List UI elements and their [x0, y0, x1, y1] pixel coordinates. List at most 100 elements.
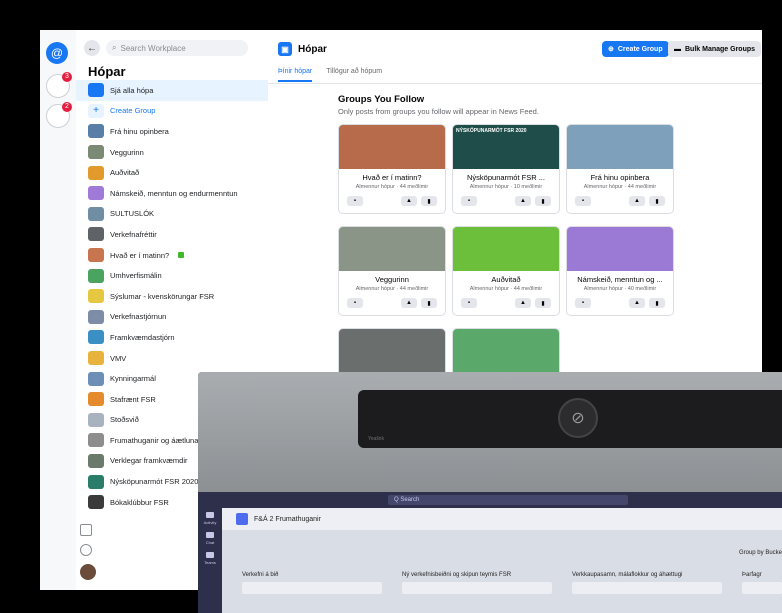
notifications-icon[interactable]: 3 [46, 72, 72, 98]
tab-your-groups[interactable]: Þínir hópar [278, 68, 313, 82]
sidebar-group-item[interactable]: Auðvitað [76, 162, 268, 183]
sidebar-group-item[interactable]: Verkefnastjórnun [76, 307, 268, 328]
group-card[interactable]: Frá hinu opinbera Almennur hópur · 44 með… [566, 124, 674, 214]
app-rail: @ 3 2 [40, 30, 77, 590]
sidebar-group-item[interactable]: Umhverfismálin [76, 265, 268, 286]
webcam-bar: Yealink ⊘ [358, 390, 782, 448]
sidebar-group-item[interactable]: Hvað er í matinn? [76, 245, 268, 266]
group-card[interactable]: Auðvitað Almennur hópur · 44 meðlimir ▪ ▲ ▮ [452, 226, 560, 316]
group-by-label[interactable]: Group by Bucke [739, 550, 782, 556]
sidebar-group-item[interactable]: VMV [76, 348, 268, 369]
notifications-bell-icon[interactable]: ▲ [629, 298, 645, 308]
plus-icon: ⊕ [608, 46, 614, 53]
group-card-name[interactable]: Auðvitað [453, 275, 559, 284]
post-icon[interactable]: ▪ [575, 298, 591, 308]
help-icon[interactable] [80, 544, 92, 556]
post-icon[interactable]: ▪ [461, 298, 477, 308]
notifications-bell-icon[interactable]: ▲ [401, 196, 417, 206]
teams-titlebar: Q Search [198, 492, 782, 508]
sidebar-group-item[interactable]: Veggurinn [76, 142, 268, 163]
sidebar-item-label: Sýslumar - kvenskörungar FSR [110, 291, 215, 301]
more-options-icon[interactable]: ▮ [649, 196, 665, 206]
more-options-icon[interactable]: ▮ [535, 298, 551, 308]
sidebar-group-item[interactable]: Sýslumar - kvenskörungar FSR [76, 286, 268, 307]
search-input[interactable]: ⌕ Search Workplace [106, 40, 248, 56]
camera-lens-icon: ⊘ [558, 398, 598, 438]
bulk-manage-button[interactable]: ▬ Bulk Manage Groups [668, 41, 762, 57]
planner-icon [236, 513, 248, 525]
avatar[interactable] [80, 564, 96, 580]
plus-icon: + [88, 103, 104, 118]
bucket-column: Verkkaupasamn, málaflokkur og áhættugi [572, 572, 722, 612]
group-thumbnail [88, 289, 104, 304]
divider [268, 83, 762, 84]
post-icon[interactable]: ▪ [461, 196, 477, 206]
add-task-box[interactable] [572, 582, 722, 594]
notifications-bell-icon[interactable]: ▲ [515, 298, 531, 308]
bucket-column: Verkefni á bið [242, 572, 382, 612]
group-cover-image [453, 227, 559, 271]
add-task-box[interactable] [742, 582, 782, 594]
more-options-icon[interactable]: ▮ [649, 298, 665, 308]
channel-title: F&Á 2 Frumathuganir [254, 515, 321, 523]
sidebar-group-item[interactable]: Sjá alla hópa [76, 80, 268, 101]
teams-rail-teams[interactable]: Teams [198, 548, 222, 568]
chat-badge: 2 [62, 102, 72, 112]
group-card[interactable]: Veggurinn Almennur hópur · 44 meðlimir ▪ ▲ ▮ [338, 226, 446, 316]
group-card-name[interactable]: Nýsköpunarmót FSR ... [453, 173, 559, 182]
sidebar-group-item[interactable]: Verkefnafréttir [76, 224, 268, 245]
group-card-name[interactable]: Veggurinn [339, 275, 445, 284]
group-cover-image [339, 227, 445, 271]
sidebar-item-label: Veggurinn [110, 147, 144, 157]
group-thumbnail [88, 83, 104, 98]
group-card[interactable]: Hvað er í matinn? Almennur hópur · 44 með… [338, 124, 446, 214]
chat-icon[interactable]: 2 [46, 102, 72, 128]
section-title: Groups You Follow [338, 94, 425, 105]
sidebar-item-label: Framkvæmdastjórn [110, 332, 175, 342]
group-card-name[interactable]: Námskeið, menntun og ... [567, 275, 673, 284]
group-card[interactable]: Námskeið, menntun og ... Almennur hópur ·… [566, 226, 674, 316]
sidebar-group-item[interactable]: Framkvæmdastjórn [76, 327, 268, 348]
teams-rail-activity[interactable]: Activity [198, 508, 222, 528]
bucket-column: Ný verkefnisbeiðni og skipun teymis FSR [402, 572, 552, 612]
sidebar-item-label: Frá hinu opinbera [110, 126, 169, 136]
workplace-logo-icon[interactable]: @ [46, 42, 68, 64]
sidebar-item-label: VMV [110, 353, 127, 363]
group-thumbnail [88, 330, 104, 345]
search-icon: ⌕ [112, 43, 117, 52]
notifications-bell-icon[interactable]: ▲ [401, 298, 417, 308]
feedback-icon[interactable] [80, 524, 92, 536]
teams-channel-header: F&Á 2 Frumathuganir [222, 508, 782, 530]
group-thumbnail [88, 145, 104, 160]
group-thumbnail [88, 165, 104, 180]
post-icon[interactable]: ▪ [347, 196, 363, 206]
groups-icon: ▣ [278, 42, 292, 56]
more-options-icon[interactable]: ▮ [421, 298, 437, 308]
sidebar-item-label: Verkefnastjórnun [110, 312, 167, 322]
group-card-name[interactable]: Hvað er í matinn? [339, 173, 445, 182]
group-cover-image [339, 329, 445, 373]
group-card-name[interactable]: Frá hinu opinbera [567, 173, 673, 182]
teams-search-input[interactable]: Q Search [388, 495, 628, 505]
create-group-button[interactable]: ⊕ Create Group [602, 41, 669, 57]
back-icon[interactable]: ← [84, 40, 100, 56]
group-thumbnail [88, 248, 104, 263]
add-task-box[interactable] [402, 582, 552, 594]
teams-rail-chat[interactable]: Chat [198, 528, 222, 548]
sidebar-group-item[interactable]: Námskeið, menntun og endurmenntun [76, 183, 268, 204]
group-thumbnail [88, 124, 104, 139]
post-icon[interactable]: ▪ [575, 196, 591, 206]
cover-banner-text: NÝSKÖPUNARMÓT FSR 2020 [456, 128, 527, 134]
sidebar-group-item[interactable]: SULTUSLÓK [76, 204, 268, 225]
notifications-bell-icon[interactable]: ▲ [629, 196, 645, 206]
group-card[interactable]: NÝSKÖPUNARMÓT FSR 2020 Nýsköpunarmót FSR … [452, 124, 560, 214]
more-options-icon[interactable]: ▮ [535, 196, 551, 206]
more-options-icon[interactable]: ▮ [421, 196, 437, 206]
tab-suggested-groups[interactable]: Tillögur að hópum [326, 68, 382, 82]
add-task-box[interactable] [242, 582, 382, 594]
post-icon[interactable]: ▪ [347, 298, 363, 308]
sidebar-group-item[interactable]: Frá hinu opinbera [76, 121, 268, 142]
sidebar-item-label: Stoðsvið [110, 415, 139, 425]
notifications-bell-icon[interactable]: ▲ [515, 196, 531, 206]
create-group-link[interactable]: + Create Group [76, 101, 268, 122]
